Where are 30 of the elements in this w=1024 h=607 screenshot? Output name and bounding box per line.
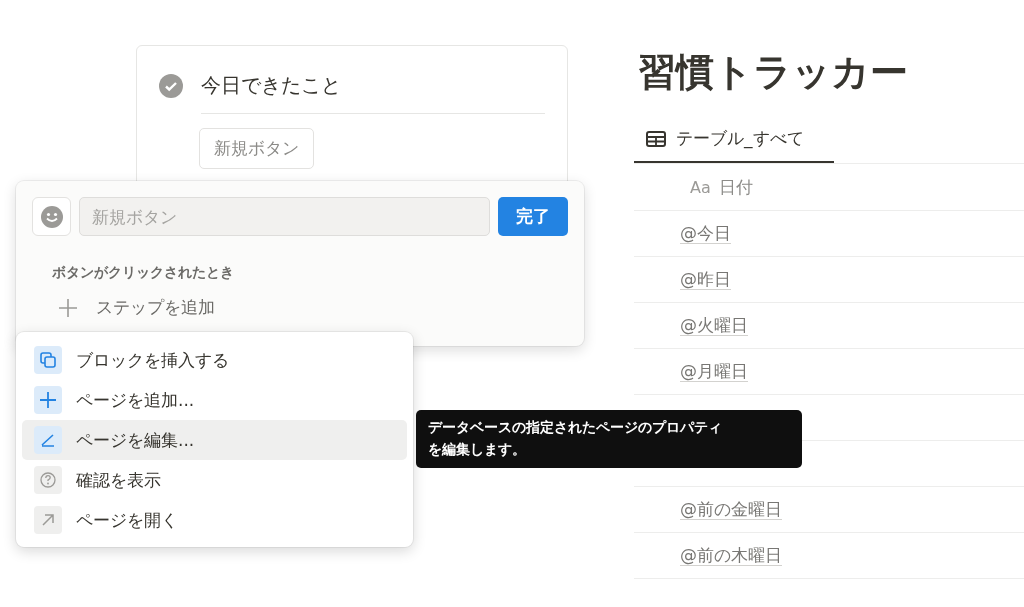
date-mention[interactable]: @前の金曜日: [680, 498, 782, 521]
plus-icon: [58, 297, 78, 318]
text-type-icon: Aa: [690, 177, 711, 197]
menu-item[interactable]: ページを編集...: [22, 420, 407, 460]
date-mention[interactable]: @火曜日: [680, 314, 748, 337]
table-icon: [646, 130, 666, 147]
date-mention[interactable]: @前の木曜日: [680, 544, 782, 567]
done-button[interactable]: 完了: [498, 197, 568, 236]
pencil-icon: [34, 426, 62, 454]
section-label: ボタンがクリックされたとき: [52, 264, 235, 282]
smiley-icon: [40, 205, 63, 228]
column-header: 日付: [718, 175, 753, 199]
menu-item[interactable]: 確認を表示: [22, 460, 407, 500]
add-step-link[interactable]: ステップを追加: [96, 296, 215, 319]
plus-icon: [34, 386, 62, 414]
menu-item[interactable]: ページを追加...: [22, 380, 407, 420]
page-title: 習慣トラッカー: [638, 49, 909, 96]
card-title: 今日できたこと: [201, 72, 341, 99]
date-mention[interactable]: @今日: [680, 222, 731, 245]
button-name-field[interactable]: 新規ボタン: [79, 197, 490, 236]
tooltip: データベースの指定されたページのプロパティ を編集します。: [416, 410, 802, 468]
menu-item[interactable]: ブロックを挿入する: [22, 340, 407, 380]
copy-icon: [34, 346, 62, 374]
emoji-button[interactable]: [32, 197, 71, 236]
menu-item[interactable]: ページを開く: [22, 500, 407, 540]
table-tab[interactable]: テーブル_すべて: [634, 116, 834, 163]
new-button[interactable]: 新規ボタン: [199, 128, 314, 169]
date-mention[interactable]: @昨日: [680, 268, 731, 291]
question-icon: [34, 466, 62, 494]
date-mention[interactable]: @月曜日: [680, 360, 748, 383]
